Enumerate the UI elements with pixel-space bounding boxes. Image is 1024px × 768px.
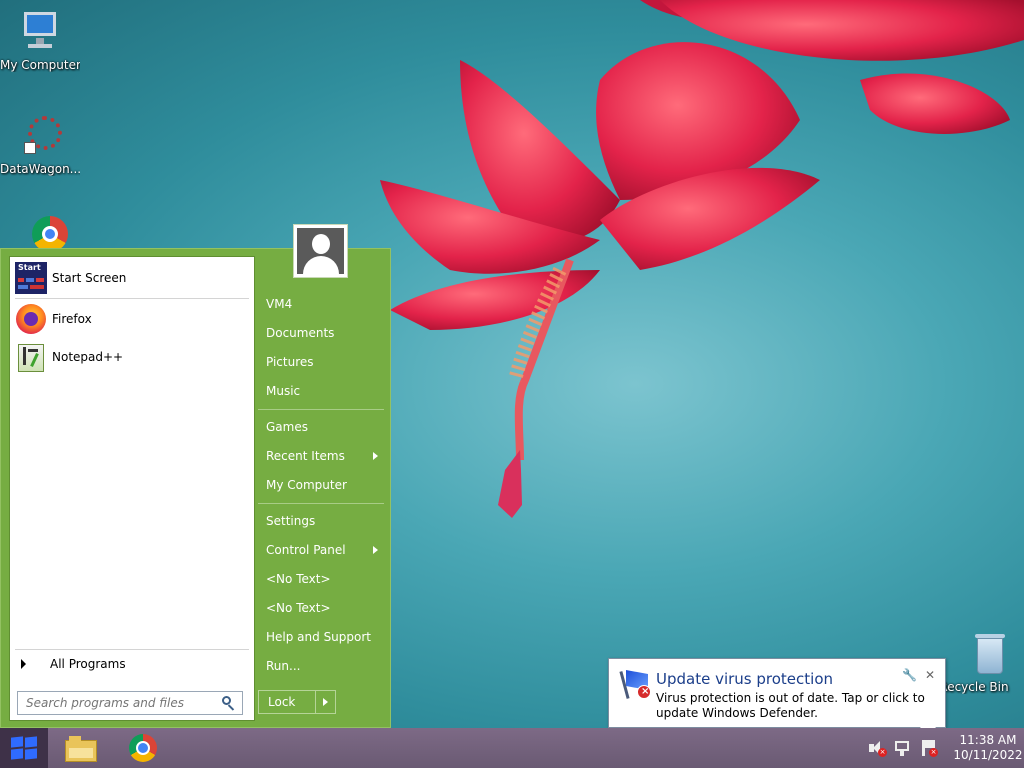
all-programs-button[interactable]: All Programs: [15, 654, 249, 674]
start-link-label: Settings: [266, 514, 316, 528]
separator: [258, 503, 384, 504]
clock[interactable]: 11:38 AM 10/11/2022: [952, 733, 1024, 763]
start-button[interactable]: [0, 728, 48, 768]
options-wrench-icon[interactable]: 🔧: [902, 668, 917, 682]
start-link-label: My Computer: [266, 478, 347, 492]
search-programs-box[interactable]: [17, 691, 243, 715]
submenu-arrow-icon: [373, 546, 378, 554]
user-silhouette-icon: [297, 228, 344, 274]
search-icon[interactable]: [220, 695, 236, 711]
start-link-label: <No Text>: [266, 601, 331, 615]
desktop-icon-label: DataWagon...: [0, 162, 80, 176]
start-link-settings[interactable]: Settings: [258, 508, 384, 534]
taskbar-file-explorer[interactable]: [52, 730, 112, 766]
start-link-pictures[interactable]: Pictures: [258, 349, 384, 375]
start-link-recent-items[interactable]: Recent Items: [258, 443, 384, 469]
start-link-label: Pictures: [266, 355, 314, 369]
desktop-icon-my-computer[interactable]: My Computer: [0, 8, 80, 72]
taskbar-chrome[interactable]: [114, 730, 174, 766]
user-avatar[interactable]: [293, 224, 348, 278]
notification-title: Update virus protection: [656, 670, 834, 688]
start-link-no-text-2[interactable]: <No Text>: [258, 595, 384, 621]
start-link-vm4[interactable]: VM4: [258, 291, 384, 317]
start-link-label: Documents: [266, 326, 335, 340]
computer-icon: [16, 8, 64, 56]
start-link-label: Help and Support: [266, 630, 371, 644]
start-item-label: Notepad++: [52, 350, 124, 364]
start-link-label: Run...: [266, 659, 301, 673]
start-link-label: Control Panel: [266, 543, 346, 557]
separator: [15, 649, 249, 650]
start-link-control-panel[interactable]: Control Panel: [258, 537, 384, 563]
start-item-notepadpp[interactable]: Notepad++: [15, 339, 249, 375]
start-link-no-text-1[interactable]: <No Text>: [258, 566, 384, 592]
file-explorer-icon: [65, 736, 97, 762]
notification-message: Virus protection is out of date. Tap or …: [656, 691, 925, 720]
separator: [15, 298, 249, 299]
action-center-warning-icon[interactable]: ×: [918, 737, 940, 759]
windows-logo-icon: [11, 736, 37, 760]
start-item-label: Firefox: [52, 312, 92, 326]
recycle-bin-icon: [950, 630, 1005, 678]
start-link-label: Games: [266, 420, 308, 434]
clock-time: 11:38 AM: [959, 733, 1017, 747]
firefox-icon: [15, 303, 47, 335]
defender-notification[interactable]: × Update virus protection Virus protecti…: [608, 658, 946, 728]
start-link-label: Recent Items: [266, 449, 345, 463]
submenu-arrow-icon: [373, 452, 378, 460]
start-link-music[interactable]: Music: [258, 378, 384, 404]
network-icon[interactable]: [892, 737, 914, 759]
datawagon-icon: [16, 112, 64, 160]
desktop-icon-datawagon[interactable]: DataWagon...: [0, 112, 80, 176]
start-link-games[interactable]: Games: [258, 414, 384, 440]
start-item-start-screen[interactable]: Start Start Screen: [15, 260, 249, 296]
search-input[interactable]: [24, 695, 220, 711]
start-link-label: VM4: [266, 297, 293, 311]
lock-button-label: Lock: [268, 695, 296, 709]
start-link-label: Music: [266, 384, 301, 398]
start-screen-icon: Start: [15, 262, 47, 294]
desktop-icon-label: Recycle Bin: [939, 680, 1009, 694]
close-icon[interactable]: ✕: [925, 668, 935, 682]
lock-button[interactable]: Lock: [258, 690, 336, 714]
start-item-firefox[interactable]: Firefox: [15, 301, 249, 337]
separator: [258, 409, 384, 410]
start-link-label: <No Text>: [266, 572, 331, 586]
start-link-run[interactable]: Run...: [258, 653, 384, 679]
start-link-help-support[interactable]: Help and Support: [258, 624, 384, 650]
desktop-icon-recycle-bin[interactable]: Recycle Bin: [934, 630, 1014, 694]
all-programs-label: All Programs: [50, 657, 126, 671]
taskbar: × × 11:38 AM 10/11/2022: [0, 728, 1024, 768]
start-screen-icon-text: Start: [18, 263, 41, 272]
speaker-muted-icon[interactable]: ×: [866, 737, 888, 759]
start-menu-programs-pane: Start Start Screen Firefox Notepad++ All…: [9, 256, 255, 721]
start-link-my-computer[interactable]: My Computer: [258, 472, 384, 498]
clock-date: 10/11/2022: [953, 748, 1023, 762]
desktop-icon-label: My Computer: [0, 58, 80, 72]
chrome-icon: [129, 734, 157, 762]
expand-arrow-icon: [21, 659, 26, 669]
start-link-documents[interactable]: Documents: [258, 320, 384, 346]
power-options-arrow-icon[interactable]: [315, 691, 335, 713]
notepadpp-icon: [15, 341, 47, 373]
start-item-label: Start Screen: [52, 271, 127, 285]
defender-warning-flag-icon: ×: [619, 669, 655, 701]
system-tray: × × 11:38 AM 10/11/2022: [866, 728, 1024, 768]
